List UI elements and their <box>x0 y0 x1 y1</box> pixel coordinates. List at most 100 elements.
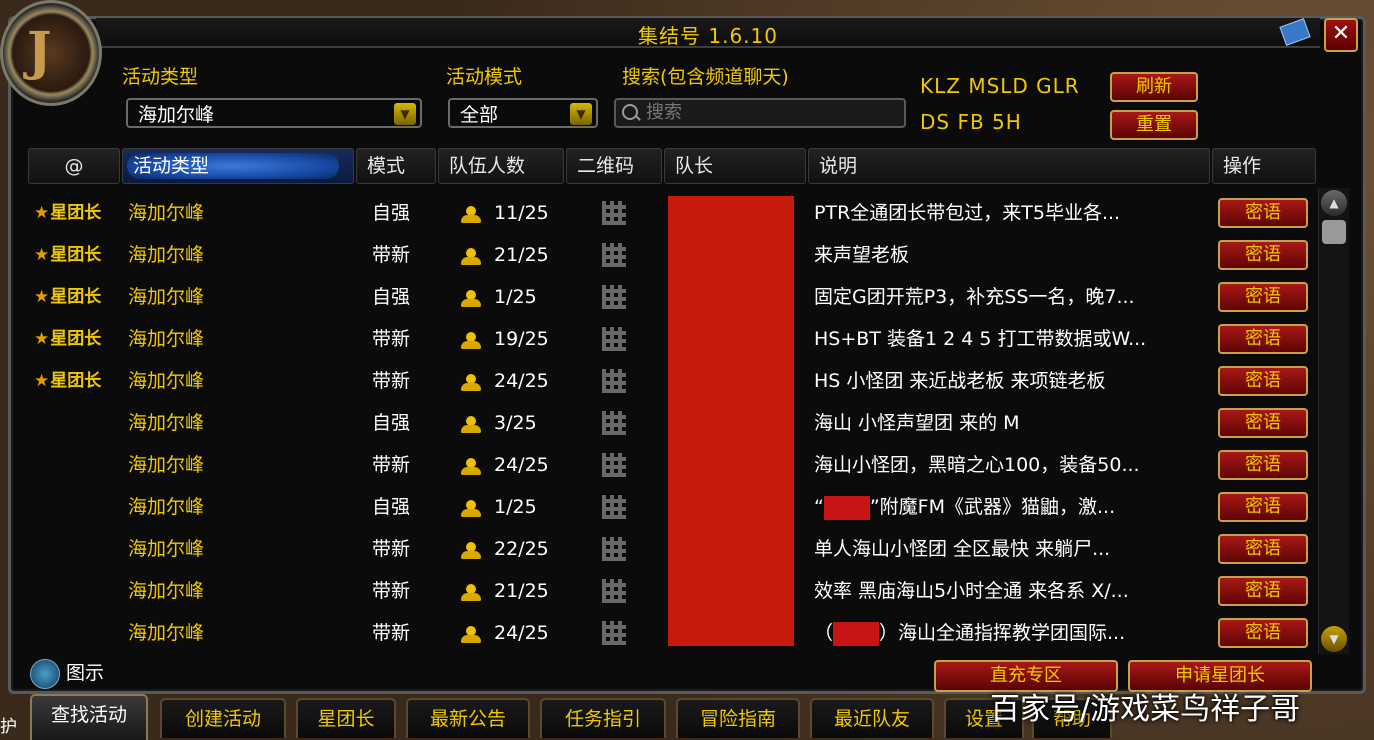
activity-type-value: 海加尔峰 <box>138 104 215 126</box>
title-bar[interactable]: 集结号 1.6.10 <box>96 18 1320 48</box>
scroll-down-icon[interactable]: ▼ <box>1321 626 1347 652</box>
column-header-leader[interactable]: 队长 <box>664 148 806 184</box>
quick-filters-line2[interactable]: DS FB 5H <box>920 110 1022 134</box>
qrcode-icon[interactable] <box>602 537 626 561</box>
table-row[interactable]: 海加尔峰 自强 3/25 海山 小怪声望团 来的 M 密语 <box>20 402 1312 444</box>
close-button[interactable]: ✕ <box>1324 18 1358 52</box>
row-description: 效率 黑庙海山5小时全通 来各系 X/... <box>814 580 1129 602</box>
desc-prefix: “ <box>814 496 824 518</box>
star-leader-badge: ★星团长 <box>34 360 101 402</box>
row-description: 固定G团开荒P3，补充SS一名，晚7... <box>814 286 1135 308</box>
column-header-activity-type[interactable]: 活动类型 <box>122 148 354 184</box>
qrcode-icon[interactable] <box>602 453 626 477</box>
row-activity: 海加尔峰 <box>128 286 205 308</box>
row-mode: 自强 <box>372 202 411 224</box>
qrcode-icon[interactable] <box>602 369 626 393</box>
members-icon <box>460 373 484 391</box>
whisper-button[interactable]: 密语 <box>1218 534 1308 564</box>
column-header-team-size[interactable]: 队伍人数 <box>438 148 564 184</box>
left-edge-text: 护 <box>0 717 17 737</box>
table-row[interactable]: 海加尔峰 自强 1/25 “ ”附魔FM《武器》猫鼬，激... 密语 <box>20 486 1312 528</box>
whisper-button[interactable]: 密语 <box>1218 366 1308 396</box>
column-header-action[interactable]: 操作 <box>1212 148 1316 184</box>
star-leader-badge: ★星团长 <box>34 276 101 318</box>
whisper-button[interactable]: 密语 <box>1218 576 1308 606</box>
activity-type-dropdown[interactable]: 海加尔峰 ▼ <box>126 98 422 128</box>
row-team-size: 24/25 <box>460 612 549 654</box>
whisper-button[interactable]: 密语 <box>1218 324 1308 354</box>
tab-recent-teammates[interactable]: 最近队友 <box>810 698 934 738</box>
whisper-button[interactable]: 密语 <box>1218 450 1308 480</box>
tab-quest-guide[interactable]: 任务指引 <box>540 698 666 738</box>
row-description: 海山 小怪声望团 来的 M <box>814 412 1020 434</box>
members-icon <box>460 247 484 265</box>
refresh-button[interactable]: 刷新 <box>1110 72 1198 102</box>
row-team-size: 11/25 <box>460 192 549 234</box>
row-mode: 带新 <box>372 622 411 644</box>
whisper-button[interactable]: 密语 <box>1218 198 1308 228</box>
whisper-button[interactable]: 密语 <box>1218 240 1308 270</box>
table-row[interactable]: ★星团长 海加尔峰 带新 19/25 HS+BT 装备1 2 4 5 打工带数据或W..… <box>20 318 1312 360</box>
whisper-button[interactable]: 密语 <box>1218 408 1308 438</box>
qrcode-icon[interactable] <box>602 285 626 309</box>
whisper-button[interactable]: 密语 <box>1218 492 1308 522</box>
row-count: 19/25 <box>494 328 549 350</box>
members-icon <box>460 541 484 559</box>
tab-find-activity[interactable]: 查找活动 <box>30 694 148 740</box>
column-header-qrcode[interactable]: 二维码 <box>566 148 662 184</box>
whisper-button[interactable]: 密语 <box>1218 282 1308 312</box>
column-header-mode[interactable]: 模式 <box>356 148 436 184</box>
star-icon: ★ <box>34 329 50 349</box>
qrcode-icon[interactable] <box>602 495 626 519</box>
list-scrollbar[interactable]: ▲ ▼ <box>1318 188 1349 654</box>
table-row[interactable]: 海加尔峰 带新 22/25 单人海山小怪团 全区最快 来躺尸... 密语 <box>20 528 1312 570</box>
tab-create-activity[interactable]: 创建活动 <box>160 698 286 738</box>
qrcode-icon[interactable] <box>602 411 626 435</box>
qrcode-icon[interactable] <box>602 327 626 351</box>
tab-adventure-guide[interactable]: 冒险指南 <box>676 698 800 738</box>
row-activity: 海加尔峰 <box>128 412 205 434</box>
column-header-description[interactable]: 说明 <box>808 148 1210 184</box>
activity-mode-value: 全部 <box>460 104 499 126</box>
qrcode-icon[interactable] <box>602 243 626 267</box>
search-icon <box>622 104 638 120</box>
reset-button[interactable]: 重置 <box>1110 110 1198 140</box>
row-team-size: 22/25 <box>460 528 549 570</box>
chevron-down-icon[interactable]: ▼ <box>570 103 592 125</box>
badge-label: 星团长 <box>50 329 102 349</box>
table-row[interactable]: ★星团长 海加尔峰 自强 11/25 PTR全通团长带包过，来T5毕业各... 密语 <box>20 192 1312 234</box>
tab-announcements[interactable]: 最新公告 <box>406 698 530 738</box>
star-leader-badge: ★星团长 <box>34 318 101 360</box>
desc-suffix: ）海山全通指挥教学团国际... <box>879 622 1126 644</box>
members-icon <box>460 499 484 517</box>
qrcode-icon[interactable] <box>602 579 626 603</box>
qrcode-icon[interactable] <box>602 621 626 645</box>
table-row[interactable]: 海加尔峰 带新 24/25 海山小怪团，黑暗之心100，装备50... 密语 <box>20 444 1312 486</box>
whisper-button[interactable]: 密语 <box>1218 618 1308 648</box>
quick-filters-line1[interactable]: KLZ MSLD GLR <box>920 74 1080 98</box>
legend[interactable]: 图示 <box>30 658 104 689</box>
table-row[interactable]: ★星团长 海加尔峰 带新 24/25 HS 小怪团 来近战老板 来项链老板 密语 <box>20 360 1312 402</box>
row-mode: 自强 <box>372 412 411 434</box>
column-header-at[interactable]: @ <box>28 148 120 184</box>
table-row[interactable]: ★星团长 海加尔峰 自强 1/25 固定G团开荒P3，补充SS一名，晚7... 密语 <box>20 276 1312 318</box>
row-count: 1/25 <box>494 496 537 518</box>
window-title: 集结号 1.6.10 <box>638 24 778 48</box>
row-activity: 海加尔峰 <box>128 496 205 518</box>
row-activity: 海加尔峰 <box>128 328 205 350</box>
chevron-down-icon[interactable]: ▼ <box>394 103 416 125</box>
star-icon: ★ <box>34 203 50 223</box>
table-row[interactable]: ★星团长 海加尔峰 带新 21/25 来声望老板 密语 <box>20 234 1312 276</box>
star-leader-badge: ★星团长 <box>34 192 101 234</box>
scroll-thumb[interactable] <box>1322 220 1346 244</box>
table-row[interactable]: 海加尔峰 带新 24/25 （ ）海山全通指挥教学团国际... 密语 <box>20 612 1312 654</box>
row-count: 24/25 <box>494 454 549 476</box>
table-row[interactable]: 海加尔峰 带新 21/25 效率 黑庙海山5小时全通 来各系 X/... 密语 <box>20 570 1312 612</box>
activity-mode-dropdown[interactable]: 全部 ▼ <box>448 98 598 128</box>
search-input[interactable]: 搜索 <box>614 98 906 128</box>
tab-star-leader[interactable]: 星团长 <box>296 698 396 738</box>
row-count: 21/25 <box>494 244 549 266</box>
badge-label: 星团长 <box>50 287 102 307</box>
scroll-up-icon[interactable]: ▲ <box>1321 190 1347 216</box>
qrcode-icon[interactable] <box>602 201 626 225</box>
